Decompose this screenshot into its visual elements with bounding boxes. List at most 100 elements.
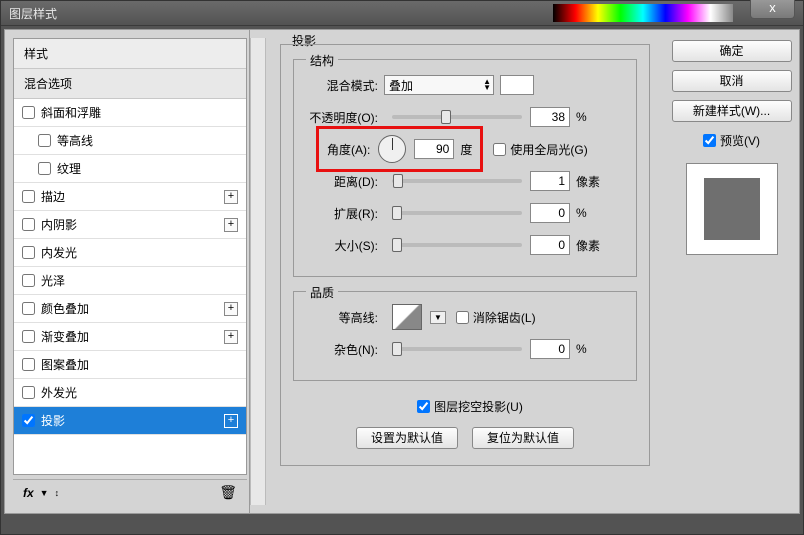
left-footer: fx ▼ ↕ 🗑 [13, 479, 247, 505]
left-panel: 样式 混合选项 斜面和浮雕等高线纹理描边+ 内阴影 + 内发光光泽颜色叠加+渐变叠加+… [5, 30, 250, 513]
noise-slider[interactable] [392, 347, 522, 351]
style-item-checkbox[interactable] [38, 134, 51, 147]
knockout-checkbox[interactable]: 图层挖空投影(U) [417, 398, 523, 415]
style-item-label: 图案叠加 [41, 356, 89, 373]
contour-picker[interactable] [392, 304, 422, 330]
preview-swatch [704, 178, 760, 240]
antialias-checkbox[interactable]: 消除锯齿(L) [456, 309, 536, 326]
style-item-label: 内阴影 [41, 216, 77, 233]
noise-input[interactable]: 0 [530, 339, 570, 359]
close-button[interactable]: x [750, 0, 795, 19]
dialog-body: 样式 混合选项 斜面和浮雕等高线纹理描边+ 内阴影 + 内发光光泽颜色叠加+渐变叠加+… [4, 29, 800, 514]
style-item-checkbox[interactable] [22, 274, 35, 287]
knockout-label: 图层挖空投影(U) [434, 398, 523, 415]
add-instance-icon[interactable]: + [224, 330, 238, 344]
style-item-checkbox[interactable] [38, 162, 51, 175]
scrollbar[interactable] [250, 38, 266, 505]
titlebar[interactable]: 图层样式 x [1, 1, 803, 26]
angle-highlight: 角度(A): 90 度 [316, 126, 483, 172]
style-item-7[interactable]: 颜色叠加+ [14, 295, 246, 323]
right-panel: 确定 取消 新建样式(W)... 预览(V) [664, 30, 799, 513]
style-item-label: 斜面和浮雕 [41, 104, 101, 121]
size-slider[interactable] [392, 243, 522, 247]
fx-menu-arrow-icon[interactable]: ▼ [40, 488, 49, 498]
style-item-checkbox[interactable] [22, 414, 35, 427]
quality-title: 品质 [306, 284, 338, 301]
style-item-checkbox[interactable] [22, 246, 35, 259]
style-item-0[interactable]: 斜面和浮雕 [14, 99, 246, 127]
ok-button[interactable]: 确定 [672, 40, 792, 62]
style-item-checkbox[interactable] [22, 218, 35, 231]
spread-input[interactable]: 0 [530, 203, 570, 223]
contour-arrow-icon[interactable]: ▼ [430, 311, 446, 324]
blend-options-header[interactable]: 混合选项 [14, 69, 246, 99]
style-item-checkbox[interactable] [22, 302, 35, 315]
opacity-input[interactable]: 38 [530, 107, 570, 127]
style-item-6[interactable]: 光泽 [14, 267, 246, 295]
shadow-color-swatch[interactable] [500, 75, 534, 95]
style-item-checkbox[interactable] [22, 358, 35, 371]
style-item-checkbox[interactable] [22, 386, 35, 399]
style-item-2[interactable]: 纹理 [14, 155, 246, 183]
new-style-button[interactable]: 新建样式(W)... [672, 100, 792, 122]
spread-label: 扩展(R): [306, 205, 384, 222]
style-item-label: 外发光 [41, 384, 77, 401]
angle-input[interactable]: 90 [414, 139, 454, 159]
style-item-8[interactable]: 渐变叠加+ [14, 323, 246, 351]
add-instance-icon[interactable]: + [224, 414, 238, 428]
style-item-10[interactable]: 外发光 [14, 379, 246, 407]
quality-group: 品质 等高线: ▼ 消除锯齿(L) 杂色(N): 0 [293, 291, 637, 381]
make-default-button[interactable]: 设置为默认值 [356, 427, 458, 449]
add-instance-icon[interactable]: + [224, 190, 238, 204]
style-item-3[interactable]: 描边+ [14, 183, 246, 211]
effect-group: 结构 混合模式: 叠加 ▲▼ 不透明度(O): 38 % [280, 44, 650, 466]
opacity-slider[interactable] [392, 115, 522, 119]
spread-slider[interactable] [392, 211, 522, 215]
preview-checkbox[interactable]: 预览(V) [703, 132, 760, 149]
center-panel: 投影 结构 混合模式: 叠加 ▲▼ 不透明度(O): [266, 30, 664, 513]
global-light-input[interactable] [493, 143, 506, 156]
preview-box [686, 163, 778, 255]
trash-icon[interactable]: 🗑 [219, 484, 237, 501]
style-item-checkbox[interactable] [22, 330, 35, 343]
distance-input[interactable]: 1 [530, 171, 570, 191]
reset-default-button[interactable]: 复位为默认值 [472, 427, 574, 449]
style-item-checkbox[interactable] [22, 106, 35, 119]
style-item-4[interactable]: 内阴影 + [14, 211, 246, 239]
structure-title: 结构 [306, 52, 338, 69]
size-label: 大小(S): [306, 237, 384, 254]
fx-icon[interactable]: fx [23, 486, 34, 500]
antialias-input[interactable] [456, 311, 469, 324]
spread-unit: % [576, 206, 587, 220]
size-input[interactable]: 0 [530, 235, 570, 255]
angle-label: 角度(A): [327, 141, 370, 158]
distance-unit: 像素 [576, 173, 600, 190]
styles-header[interactable]: 样式 [14, 39, 246, 69]
style-item-1[interactable]: 等高线 [14, 127, 246, 155]
color-strip [553, 4, 733, 22]
global-light-checkbox[interactable]: 使用全局光(G) [493, 141, 587, 158]
updown-icon[interactable]: ↕ [55, 488, 60, 498]
angle-unit: 度 [460, 141, 472, 158]
style-item-label: 光泽 [41, 272, 65, 289]
styles-list: 样式 混合选项 斜面和浮雕等高线纹理描边+ 内阴影 + 内发光光泽颜色叠加+渐变叠加+… [13, 38, 247, 475]
add-instance-icon[interactable]: + [224, 302, 238, 316]
knockout-input[interactable] [417, 400, 430, 413]
angle-dial[interactable] [378, 135, 406, 163]
global-light-label: 使用全局光(G) [510, 141, 587, 158]
cancel-button[interactable]: 取消 [672, 70, 792, 92]
add-instance-icon[interactable]: + [224, 218, 238, 232]
preview-label: 预览(V) [720, 132, 760, 149]
preview-input[interactable] [703, 134, 716, 147]
style-item-label: 纹理 [57, 160, 81, 177]
style-item-label: 投影 [41, 412, 65, 429]
distance-slider[interactable] [392, 179, 522, 183]
style-item-11[interactable]: 投影 + [14, 407, 246, 435]
noise-label: 杂色(N): [306, 341, 384, 358]
opacity-label: 不透明度(O): [306, 109, 384, 126]
blend-mode-select[interactable]: 叠加 ▲▼ [384, 75, 494, 95]
antialias-label: 消除锯齿(L) [473, 309, 536, 326]
style-item-checkbox[interactable] [22, 190, 35, 203]
style-item-5[interactable]: 内发光 [14, 239, 246, 267]
style-item-9[interactable]: 图案叠加 [14, 351, 246, 379]
